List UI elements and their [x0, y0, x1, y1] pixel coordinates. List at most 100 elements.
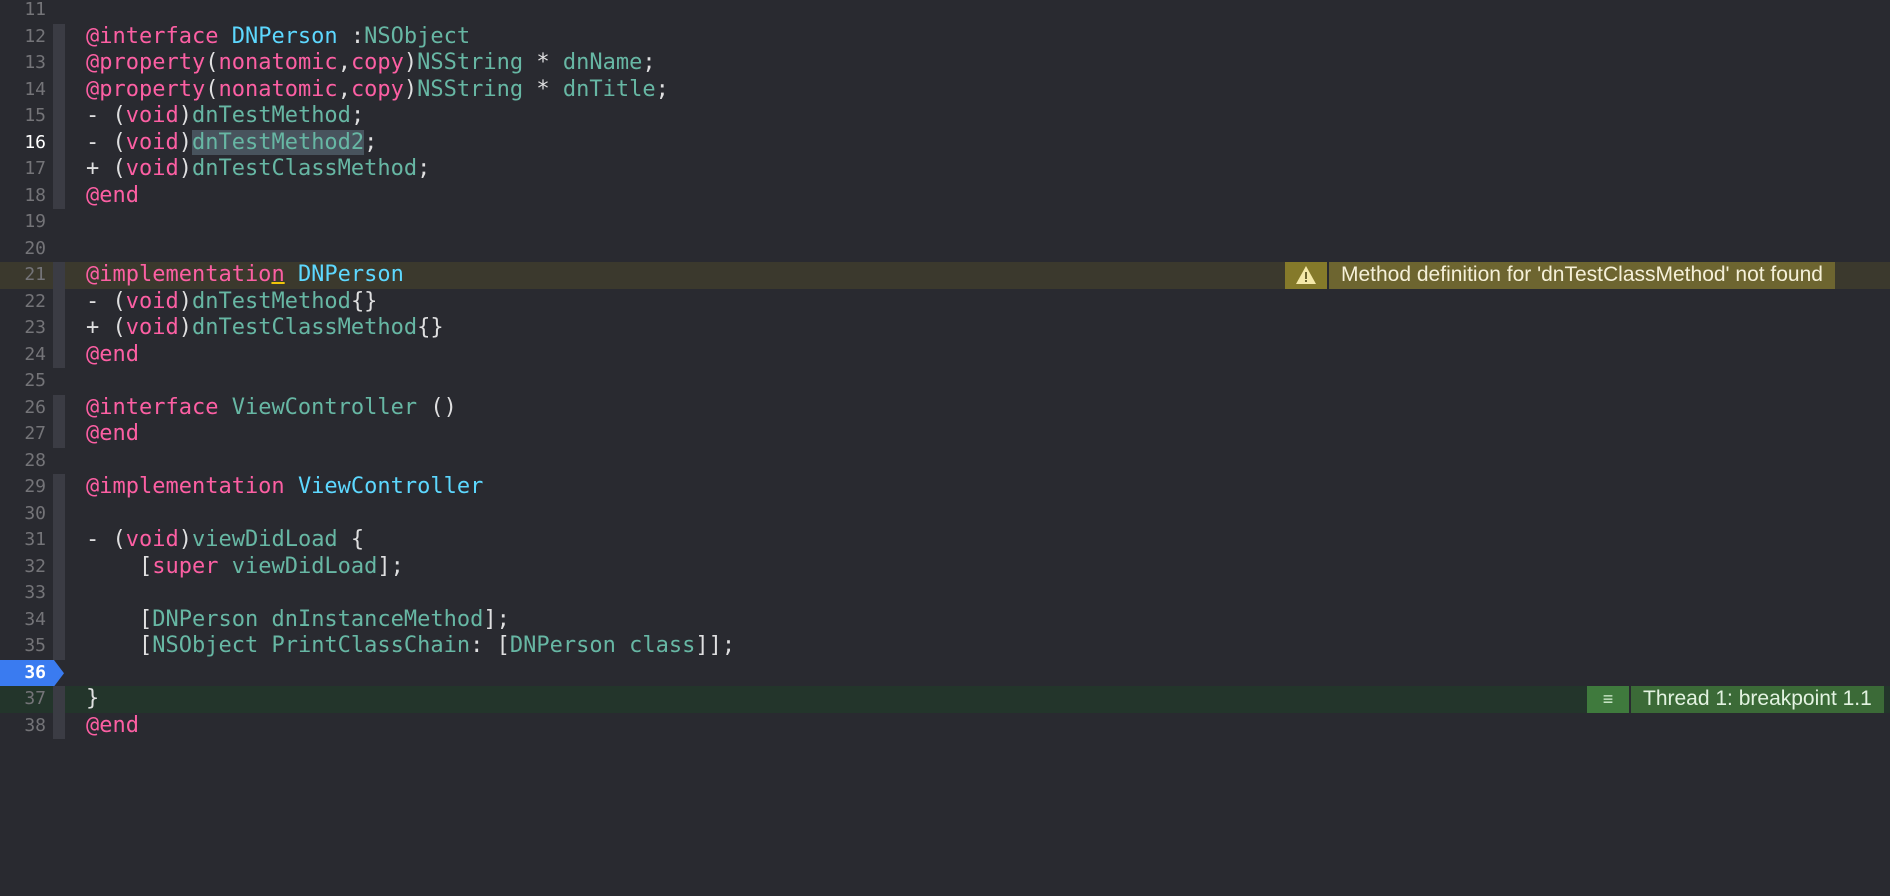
code-text[interactable]: @interface DNPerson :NSObject [86, 24, 470, 51]
code-text[interactable]: - (void)dnTestMethod2; [86, 129, 377, 157]
code-text[interactable]: @property(nonatomic,copy)NSString * dnTi… [86, 77, 669, 104]
code-line[interactable]: 23 + (void)dnTestClassMethod{} [0, 315, 1890, 342]
code-line[interactable]: 28 [0, 448, 1890, 475]
code-fold-ribbon[interactable] [53, 633, 65, 660]
code-line[interactable]: 13 @property(nonatomic,copy)NSString * dn… [0, 50, 1890, 77]
line-number[interactable]: 11 [0, 0, 46, 24]
code-fold-ribbon[interactable] [53, 553, 65, 580]
code-fold-ribbon[interactable] [53, 156, 65, 183]
line-number[interactable]: 38 [0, 713, 46, 740]
code-editor[interactable]: 11 12 @interface DNPerson :NSObject 13 @prop… [0, 0, 1890, 896]
code-line[interactable]: 14 @property(nonatomic,copy)NSString * dn… [0, 76, 1890, 104]
code-line[interactable]: 21 @implementation DNPerson Method definit… [0, 262, 1890, 289]
code-text[interactable]: @implementation DNPerson [86, 262, 404, 289]
code-line[interactable]: 36 [0, 659, 1890, 686]
code-line[interactable]: 29 @implementation ViewController [0, 474, 1890, 501]
line-number[interactable]: 15 [0, 103, 46, 130]
code-line[interactable]: 17 + (void)dnTestClassMethod; [0, 156, 1890, 183]
line-number[interactable]: 33 [0, 580, 46, 607]
code-fold-ribbon[interactable] [53, 129, 65, 156]
code-text[interactable]: @end [86, 713, 139, 740]
code-text[interactable]: } [86, 686, 99, 713]
line-number[interactable]: 26 [0, 395, 46, 422]
code-fold-ribbon[interactable] [53, 182, 65, 209]
line-number[interactable]: 19 [0, 209, 46, 236]
line-number[interactable]: 27 [0, 421, 46, 448]
warning-triangle-icon[interactable] [1285, 262, 1327, 289]
code-fold-ribbon[interactable] [53, 500, 65, 527]
code-line[interactable]: 33 [0, 580, 1890, 607]
warning-annotation[interactable]: Method definition for 'dnTestClassMethod… [1285, 262, 1835, 289]
code-text[interactable]: [DNPerson dnInstanceMethod]; [86, 607, 510, 634]
code-line[interactable]: 12 @interface DNPerson :NSObject [0, 23, 1890, 51]
code-text[interactable]: - (void)dnTestMethod; [86, 103, 364, 130]
line-number[interactable]: 35 [0, 633, 46, 660]
code-fold-ribbon[interactable] [53, 474, 65, 501]
code-line[interactable]: 24 @end [0, 341, 1890, 369]
code-text[interactable]: @end [86, 421, 139, 448]
code-line[interactable]: 19 [0, 209, 1890, 236]
line-number[interactable]: 30 [0, 501, 46, 528]
code-text[interactable]: @end [86, 342, 139, 369]
code-fold-ribbon[interactable] [53, 262, 65, 289]
code-line[interactable]: 32 [super viewDidLoad]; [0, 553, 1890, 581]
code-text[interactable]: + (void)dnTestClassMethod; [86, 156, 430, 183]
breakpoint-marker[interactable]: 36 [0, 659, 66, 686]
line-number[interactable]: 32 [0, 554, 46, 581]
line-number[interactable]: 25 [0, 368, 46, 395]
line-number[interactable]: 22 [0, 289, 46, 316]
code-fold-ribbon[interactable] [53, 527, 65, 554]
code-line[interactable]: 15 - (void)dnTestMethod; [0, 103, 1890, 130]
code-text[interactable]: @interface ViewController () [86, 395, 457, 422]
code-line[interactable]: 27 @end [0, 421, 1890, 448]
line-number[interactable]: 28 [0, 448, 46, 475]
line-number[interactable]: 13 [0, 50, 46, 77]
code-line[interactable]: 20 [0, 236, 1890, 263]
code-line[interactable]: 34 [DNPerson dnInstanceMethod]; [0, 606, 1890, 634]
line-number[interactable]: 37 [0, 686, 46, 713]
code-line[interactable]: 16 - (void)dnTestMethod2; [0, 129, 1890, 157]
code-fold-ribbon[interactable] [53, 288, 65, 315]
code-fold-ribbon[interactable] [53, 315, 65, 342]
line-number[interactable]: 21 [0, 262, 46, 289]
code-fold-ribbon[interactable] [53, 23, 65, 50]
code-line[interactable]: 30 [0, 500, 1890, 528]
code-fold-ribbon[interactable] [53, 76, 65, 103]
code-line[interactable]: 25 [0, 368, 1890, 395]
line-number[interactable]: 23 [0, 315, 46, 342]
code-text[interactable]: - (void)dnTestMethod{} [86, 289, 377, 316]
thread-annotation[interactable]: ≡ Thread 1: breakpoint 1.1 [1587, 686, 1884, 713]
line-number[interactable]: 14 [0, 77, 46, 104]
code-text[interactable]: @end [86, 183, 139, 210]
code-fold-ribbon[interactable] [53, 580, 65, 607]
code-line[interactable]: 22 - (void)dnTestMethod{} [0, 288, 1890, 316]
line-number[interactable]: 24 [0, 342, 46, 369]
code-line[interactable]: 38 @end [0, 712, 1890, 740]
code-line[interactable]: 35 [NSObject PrintClassChain: [DNPerson … [0, 633, 1890, 660]
line-number[interactable]: 29 [0, 474, 46, 501]
code-fold-ribbon[interactable] [53, 712, 65, 739]
line-number[interactable]: 16 [0, 130, 46, 157]
code-fold-ribbon[interactable] [53, 341, 65, 368]
code-text[interactable]: @property(nonatomic,copy)NSString * dnNa… [86, 50, 656, 77]
code-line[interactable]: 11 [0, 0, 1890, 24]
code-text[interactable]: [super viewDidLoad]; [86, 554, 404, 581]
code-fold-ribbon[interactable] [53, 686, 65, 713]
line-number[interactable]: 31 [0, 527, 46, 554]
code-fold-ribbon[interactable] [53, 50, 65, 77]
line-number[interactable]: 17 [0, 156, 46, 183]
code-fold-ribbon[interactable] [53, 421, 65, 448]
code-text[interactable]: + (void)dnTestClassMethod{} [86, 315, 444, 342]
line-number[interactable]: 12 [0, 24, 46, 51]
line-number[interactable]: 18 [0, 183, 46, 210]
code-text[interactable]: @implementation ViewController [86, 474, 483, 501]
code-fold-ribbon[interactable] [53, 103, 65, 130]
code-line[interactable]: 31 - (void)viewDidLoad { [0, 527, 1890, 554]
code-fold-ribbon[interactable] [53, 606, 65, 633]
code-line[interactable]: 37} ≡ Thread 1: breakpoint 1.1 [0, 686, 1890, 713]
line-number[interactable]: 20 [0, 236, 46, 263]
thread-lines-icon[interactable]: ≡ [1587, 686, 1629, 713]
code-text[interactable]: [NSObject PrintClassChain: [DNPerson cla… [86, 633, 735, 660]
line-number[interactable]: 34 [0, 607, 46, 634]
code-fold-ribbon[interactable] [53, 394, 65, 421]
